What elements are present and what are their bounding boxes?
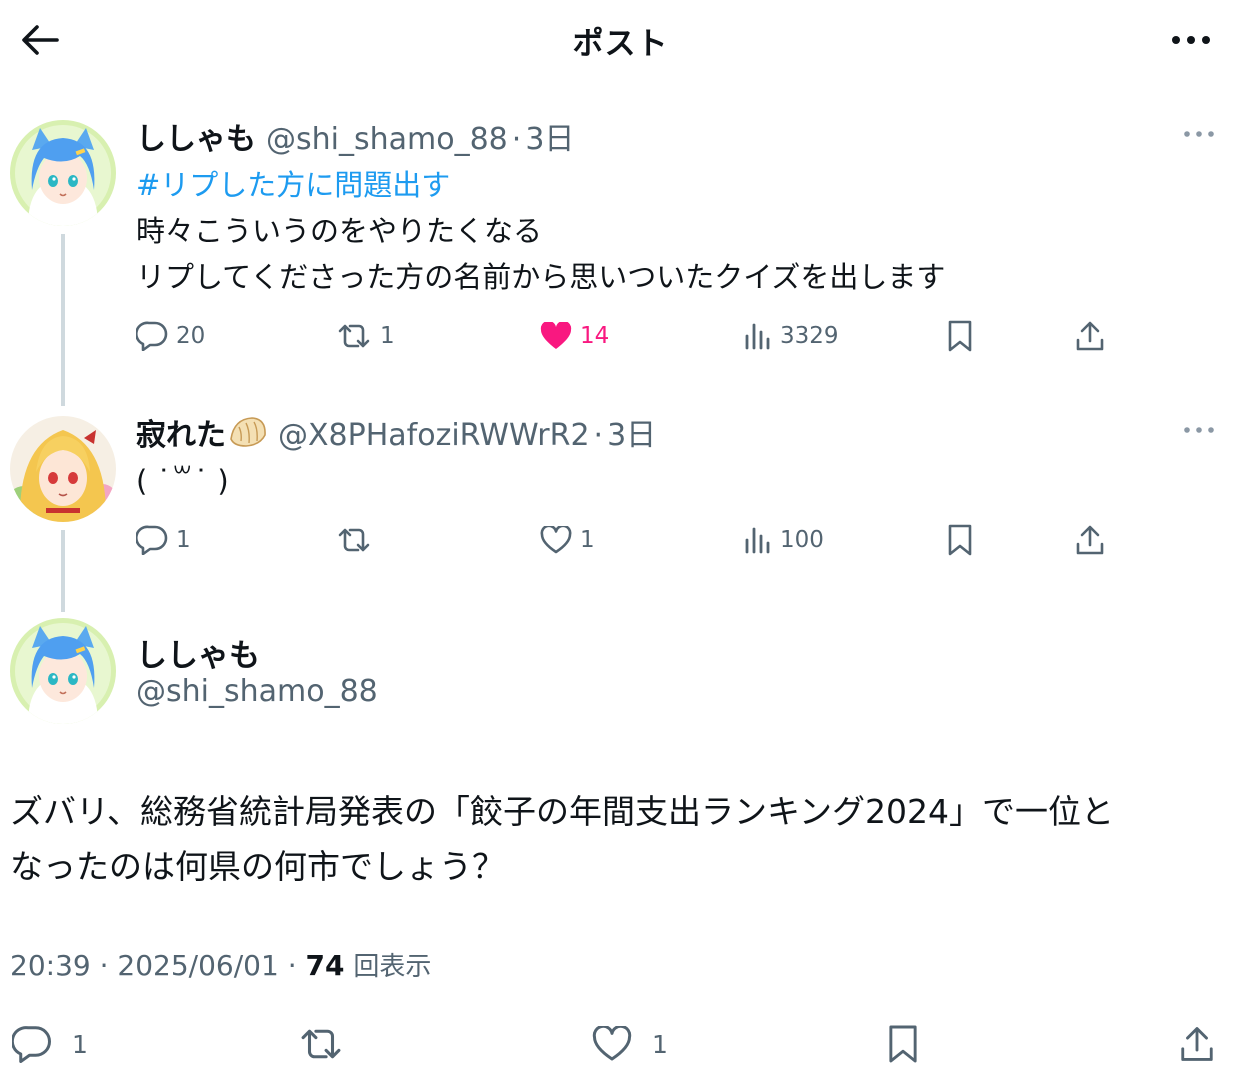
avatar-image <box>10 618 116 724</box>
repost-icon <box>301 1029 341 1059</box>
thread-connector <box>61 530 65 612</box>
more-icon <box>1184 131 1214 137</box>
more-icon <box>1172 36 1210 44</box>
bookmark-button[interactable] <box>946 316 974 356</box>
view-count: 74 <box>305 949 345 982</box>
bookmark-icon <box>889 1025 917 1063</box>
avatar[interactable] <box>10 120 116 226</box>
more-options-button[interactable] <box>1169 22 1213 58</box>
bookmark-icon <box>948 320 972 352</box>
display-name[interactable]: ししゃも <box>136 630 260 675</box>
post-text-line: ズバリ、総務省統計局発表の「餃子の年間支出ランキング2024」で一位と <box>10 792 1115 831</box>
view-count-label: 回表示 <box>353 952 432 982</box>
timestamp[interactable]: 3日 <box>525 114 574 158</box>
share-icon <box>1181 1027 1213 1061</box>
display-name[interactable]: 寂れた <box>136 410 226 454</box>
page-title: ポスト <box>572 26 669 62</box>
like-count: 14 <box>580 323 610 349</box>
separator-dot: · <box>593 418 604 453</box>
views-button[interactable]: 3329 <box>744 316 839 356</box>
share-button[interactable] <box>1074 520 1106 560</box>
reply-count: 1 <box>72 1029 88 1059</box>
main-post-body: ズバリ、総務省統計局発表の「餃子の年間支出ランキング2024」で一位と なったの… <box>10 784 1225 894</box>
tweet-body: #リプした方に問題出す 時々こういうのをやりたくなる リプしてくださった方の名前… <box>136 162 945 300</box>
like-count: 1 <box>652 1029 668 1059</box>
timestamp[interactable]: 3日 <box>607 410 656 454</box>
post-text-line: なったのは何県の何市でしょう？ <box>10 847 505 886</box>
tweet-more-button[interactable] <box>1179 418 1219 442</box>
views-button[interactable]: 100 <box>744 520 824 560</box>
tweet-body: ( ˙꒳˙ ) <box>136 458 229 504</box>
like-count: 1 <box>580 527 595 553</box>
avatar[interactable] <box>10 416 116 522</box>
avatar-image <box>10 416 116 522</box>
post-time[interactable]: 20:39 <box>10 949 91 982</box>
share-icon <box>1076 321 1104 351</box>
repost-count: 1 <box>380 323 395 349</box>
share-button[interactable] <box>1074 316 1106 356</box>
share-icon <box>1076 525 1104 555</box>
reply-count: 20 <box>176 323 206 349</box>
repost-button[interactable] <box>298 1020 364 1068</box>
top-bar: ポスト <box>0 0 1241 80</box>
handle[interactable]: @shi_shamo_88 <box>136 674 378 709</box>
reply-button[interactable]: 1 <box>12 1020 88 1068</box>
tweet-header: 寂れた @X8PHafoziRWWrR2 · 3日 <box>136 410 656 454</box>
views-count: 100 <box>780 527 824 553</box>
more-icon <box>1184 427 1214 433</box>
dumpling-emoji-icon <box>230 417 266 447</box>
repost-icon <box>338 528 370 552</box>
separator-dot: · <box>511 122 522 157</box>
reply-icon <box>12 1026 51 1063</box>
separator-dot: · <box>99 949 118 982</box>
bookmark-icon <box>948 524 972 556</box>
avatar-image <box>10 120 116 226</box>
thread-connector <box>61 234 65 406</box>
reply-button[interactable]: 20 <box>136 316 205 356</box>
heart-icon <box>540 322 572 349</box>
display-name[interactable]: ししゃも <box>136 114 256 158</box>
repost-button[interactable] <box>336 520 380 560</box>
bookmark-button[interactable] <box>946 520 974 560</box>
reply-icon <box>136 321 168 351</box>
hashtag-link[interactable]: #リプした方に問題出す <box>136 162 945 208</box>
share-button[interactable] <box>1178 1020 1216 1068</box>
handle[interactable]: @X8PHafoziRWWrR2 <box>278 418 590 453</box>
like-button[interactable]: 1 <box>592 1020 668 1068</box>
post-meta: 20:39 · 2025/06/01 · 74 回表示 <box>10 946 431 983</box>
like-button[interactable]: 14 <box>540 316 609 356</box>
heart-icon <box>540 526 572 554</box>
views-icon <box>745 323 770 350</box>
views-count: 3329 <box>780 323 839 349</box>
post-date[interactable]: 2025/06/01 <box>117 949 278 982</box>
bookmark-button[interactable] <box>886 1020 920 1068</box>
tweet-text-line: 時々こういうのをやりたくなる <box>136 214 543 248</box>
reply-count: 1 <box>176 527 191 553</box>
heart-icon <box>592 1026 632 1061</box>
tweet-header: ししゃも @shi_shamo_88 · 3日 <box>136 114 574 158</box>
separator-dot: · <box>287 949 306 982</box>
like-button[interactable]: 1 <box>540 520 595 560</box>
repost-button[interactable]: 1 <box>336 316 395 356</box>
reply-icon <box>136 525 168 555</box>
tweet-more-button[interactable] <box>1179 122 1219 146</box>
avatar[interactable] <box>10 618 116 724</box>
reply-button[interactable]: 1 <box>136 520 191 560</box>
repost-icon <box>338 324 370 348</box>
handle[interactable]: @shi_shamo_88 <box>266 122 508 157</box>
tweet-text-line: ( ˙꒳˙ ) <box>136 464 229 498</box>
tweet-text-line: リプしてくださった方の名前から思いついたクイズを出します <box>136 260 946 294</box>
views-icon <box>745 527 770 554</box>
